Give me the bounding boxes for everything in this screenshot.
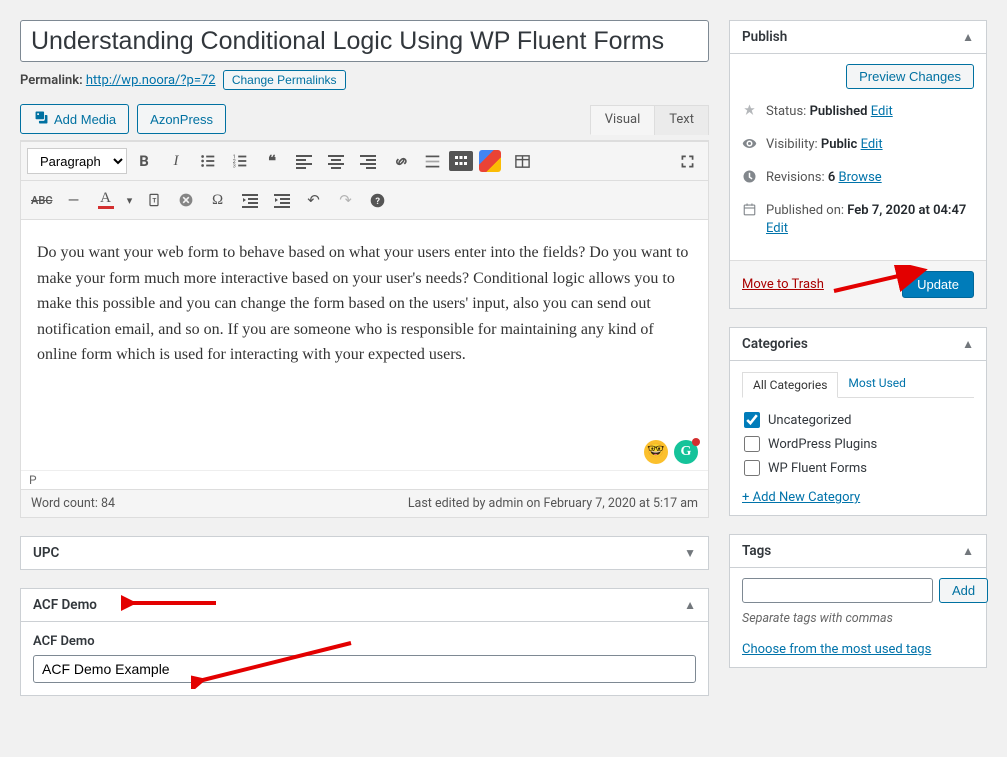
categories-box-header[interactable]: Categories ▲ bbox=[730, 328, 986, 361]
category-item[interactable]: WP Fluent Forms bbox=[742, 456, 974, 480]
update-button[interactable]: Update bbox=[902, 271, 974, 298]
revisions-icon bbox=[742, 169, 758, 190]
edit-status-link[interactable]: Edit bbox=[871, 104, 893, 119]
align-left-icon[interactable] bbox=[289, 146, 319, 176]
edit-date-link[interactable]: Edit bbox=[766, 221, 788, 236]
toolbar-toggle-icon[interactable] bbox=[449, 151, 473, 171]
move-to-trash-link[interactable]: Move to Trash bbox=[742, 277, 824, 292]
color-swatch-icon[interactable] bbox=[479, 150, 501, 172]
preview-changes-button[interactable]: Preview Changes bbox=[846, 64, 974, 89]
calendar-icon bbox=[742, 202, 758, 223]
last-edited: Last edited by admin on February 7, 2020… bbox=[408, 496, 698, 511]
blockquote-icon[interactable]: ❝ bbox=[257, 146, 287, 176]
align-center-icon[interactable] bbox=[321, 146, 351, 176]
italic-icon[interactable]: I bbox=[161, 146, 191, 176]
chevron-up-icon: ▲ bbox=[962, 30, 974, 44]
strikethrough-abc-icon[interactable]: ABC bbox=[27, 185, 57, 215]
chevron-down-icon: ▼ bbox=[684, 546, 696, 560]
outdent-icon[interactable] bbox=[235, 185, 265, 215]
table-icon[interactable] bbox=[507, 146, 537, 176]
azonpress-button[interactable]: AzonPress bbox=[137, 104, 226, 134]
help-icon[interactable]: ? bbox=[363, 185, 393, 215]
tab-visual[interactable]: Visual bbox=[590, 105, 656, 135]
undo-icon[interactable]: ↶ bbox=[299, 185, 329, 215]
publish-box-header[interactable]: Publish ▲ bbox=[730, 21, 986, 54]
indent-icon[interactable] bbox=[267, 185, 297, 215]
svg-text:?: ? bbox=[375, 195, 380, 206]
svg-text:3: 3 bbox=[233, 163, 236, 169]
grammarly-icon[interactable]: G bbox=[674, 440, 698, 464]
camera-icon bbox=[33, 109, 50, 129]
tab-most-used[interactable]: Most Used bbox=[838, 371, 916, 397]
link-icon[interactable] bbox=[385, 146, 415, 176]
acf-metabox-header[interactable]: ACF Demo ▲ bbox=[21, 589, 708, 622]
acf-demo-input[interactable] bbox=[33, 655, 696, 683]
fullscreen-icon[interactable] bbox=[672, 146, 702, 176]
numbered-list-icon[interactable]: 123 bbox=[225, 146, 255, 176]
bullet-list-icon[interactable] bbox=[193, 146, 223, 176]
pin-icon bbox=[742, 103, 758, 124]
tab-text[interactable]: Text bbox=[654, 105, 709, 135]
edit-visibility-link[interactable]: Edit bbox=[861, 137, 883, 152]
redo-icon[interactable]: ↷ bbox=[331, 185, 361, 215]
change-permalinks-button[interactable]: Change Permalinks bbox=[223, 70, 346, 90]
emoji-helper-icon[interactable]: 🤓 bbox=[644, 440, 668, 464]
tag-cloud-link[interactable]: Choose from the most used tags bbox=[742, 642, 931, 657]
tags-box-header[interactable]: Tags ▲ bbox=[730, 535, 986, 568]
hr-icon[interactable]: — bbox=[59, 185, 89, 215]
tab-all-categories[interactable]: All Categories bbox=[742, 372, 838, 398]
read-more-icon[interactable] bbox=[417, 146, 447, 176]
text-color-dropdown-icon[interactable]: ▾ bbox=[123, 185, 137, 215]
align-right-icon[interactable] bbox=[353, 146, 383, 176]
word-count: Word count: 84 bbox=[31, 496, 115, 511]
permalink-label: Permalink: bbox=[20, 73, 83, 88]
add-new-category-link[interactable]: + Add New Category bbox=[742, 490, 860, 505]
acf-field-label: ACF Demo bbox=[33, 634, 696, 649]
category-item[interactable]: Uncategorized bbox=[742, 408, 974, 432]
category-item[interactable]: WordPress Plugins bbox=[742, 432, 974, 456]
tag-hint: Separate tags with commas bbox=[742, 611, 974, 626]
chevron-up-icon: ▲ bbox=[962, 337, 974, 351]
svg-text:T: T bbox=[152, 196, 156, 204]
add-media-button[interactable]: Add Media bbox=[20, 104, 129, 134]
bold-icon[interactable]: B bbox=[129, 146, 159, 176]
special-char-icon[interactable]: Ω bbox=[203, 185, 233, 215]
format-select[interactable]: Paragraph bbox=[27, 148, 127, 174]
chevron-up-icon: ▲ bbox=[962, 544, 974, 558]
clear-format-icon[interactable] bbox=[171, 185, 201, 215]
text-color-icon[interactable]: A bbox=[91, 185, 121, 215]
editor-path: P bbox=[21, 470, 708, 489]
add-tag-button[interactable]: Add bbox=[939, 578, 988, 603]
eye-icon bbox=[742, 136, 758, 157]
chevron-up-icon: ▲ bbox=[684, 598, 696, 612]
editor-content-area[interactable]: Do you want your web form to behave base… bbox=[21, 220, 708, 470]
upc-metabox-header[interactable]: UPC ▼ bbox=[21, 537, 708, 569]
tag-input[interactable] bbox=[742, 578, 933, 603]
permalink-url[interactable]: http://wp.noora/?p=72 bbox=[86, 73, 216, 88]
paste-text-icon[interactable]: T bbox=[139, 185, 169, 215]
post-title-input[interactable] bbox=[20, 20, 709, 62]
browse-revisions-link[interactable]: Browse bbox=[839, 170, 882, 185]
